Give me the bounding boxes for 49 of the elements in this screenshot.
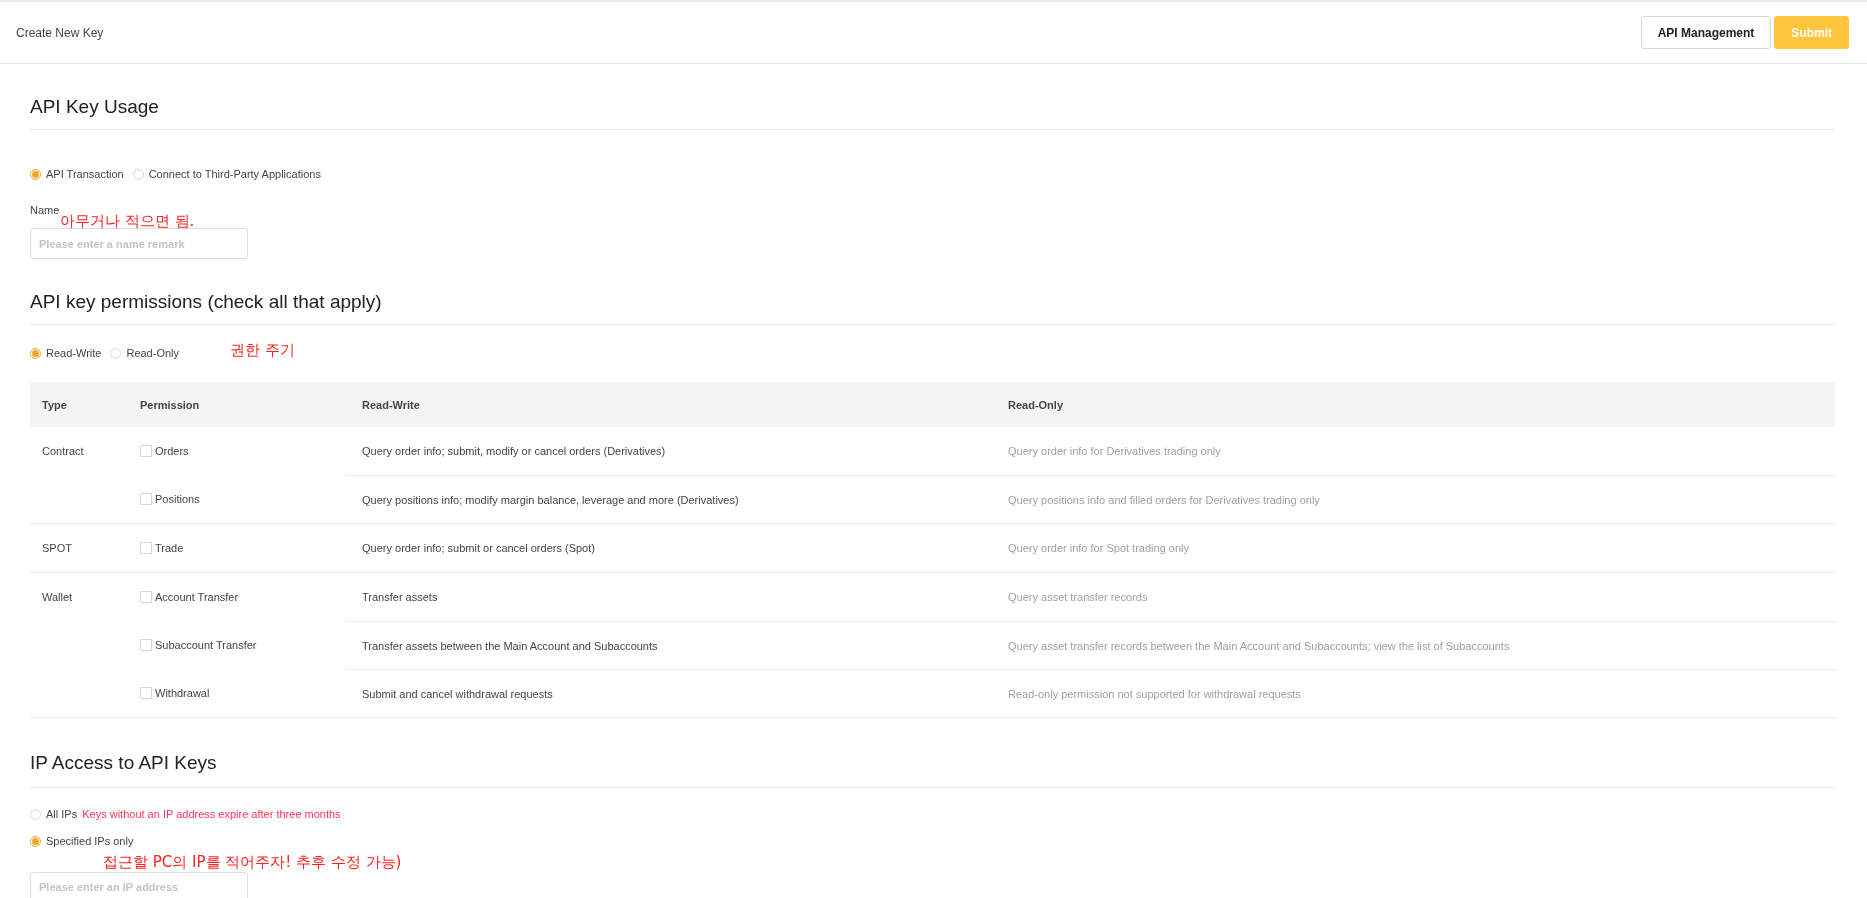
checkbox[interactable] <box>140 687 152 699</box>
section-heading: API Key Usage <box>30 94 1835 130</box>
permission-label: Withdrawal <box>155 687 210 699</box>
ip-input-field[interactable]: Please enter an IP address <box>30 872 248 898</box>
field-label: Name <box>30 203 61 217</box>
type-cell: Contract <box>42 445 84 457</box>
table-cell: Submit and cancel withdrawal requests <box>362 687 553 700</box>
type-cell: Wallet <box>42 591 73 603</box>
section-heading: API key permissions (check all that apply) <box>30 289 1835 325</box>
column-header: Read-Only <box>1007 398 1064 411</box>
radio-option[interactable]: Specified IPs only <box>30 835 134 847</box>
permission-label: Subaccount Transfer <box>155 639 257 651</box>
table-cell: Query asset transfer records between the Main Account and Subaccounts; view the list of Subaccounts <box>1008 639 1510 652</box>
table-cell: Query positions info; modify margin balance, leverage and more (Derivatives) <box>362 493 739 506</box>
radio-option[interactable]: API Transaction <box>30 168 124 180</box>
annotation-text: 접근할 PC의 IP를 적어주자! 추후 수정 가능) <box>103 853 402 871</box>
table-cell: Transfer assets between the Main Account and Subaccounts <box>362 639 658 652</box>
page-title: Create New Key <box>16 25 105 40</box>
radio-option[interactable]: Read-Write <box>30 347 102 359</box>
table-cell: Query order info for Derivatives trading only <box>1008 445 1221 457</box>
permission-label: Trade <box>155 542 184 554</box>
table-cell: Query asset transfer records <box>1008 591 1148 603</box>
table-cell: Read-only permission not supported for withdrawal requests <box>1008 687 1301 700</box>
checkbox[interactable] <box>140 493 152 505</box>
radio-option[interactable]: Connect to Third-Party Applications <box>132 168 321 180</box>
column-header: Permission <box>139 398 201 411</box>
radio-option[interactable]: All IPs <box>30 808 78 820</box>
type-cell: SPOT <box>42 542 72 554</box>
checkbox[interactable] <box>140 542 152 554</box>
table-cell: Transfer assets <box>362 591 438 603</box>
annotation-text: 권한 주기 <box>230 341 295 359</box>
table-cell: Query order info; submit or cancel orders (Spot) <box>362 542 595 554</box>
checkbox[interactable] <box>140 639 152 651</box>
permission-label: Account Transfer <box>155 591 239 603</box>
radio-option[interactable]: Read-Only <box>110 347 179 359</box>
management-button[interactable]: API Management <box>1640 16 1772 49</box>
section-heading: IP Access to API Keys <box>30 750 1835 788</box>
column-header: Type <box>41 398 68 411</box>
column-header: Read-Write <box>361 398 421 411</box>
permission-label: Orders <box>155 445 189 457</box>
checkbox[interactable] <box>140 445 152 457</box>
name-input-field[interactable]: Please enter a name remark <box>30 228 248 259</box>
annotation-text: 아무거나 적으면 됨. <box>60 212 195 230</box>
table-cell: Query order info for Spot trading only <box>1008 542 1189 554</box>
table-cell: Query positions info and filled orders for Derivatives trading only <box>1008 493 1320 506</box>
warning-note: Keys without an IP address expire after three months <box>82 808 341 820</box>
permission-label: Positions <box>155 493 200 505</box>
checkbox[interactable] <box>140 591 152 603</box>
table-cell: Query order info; submit, modify or cancel orders (Derivatives) <box>362 445 666 457</box>
